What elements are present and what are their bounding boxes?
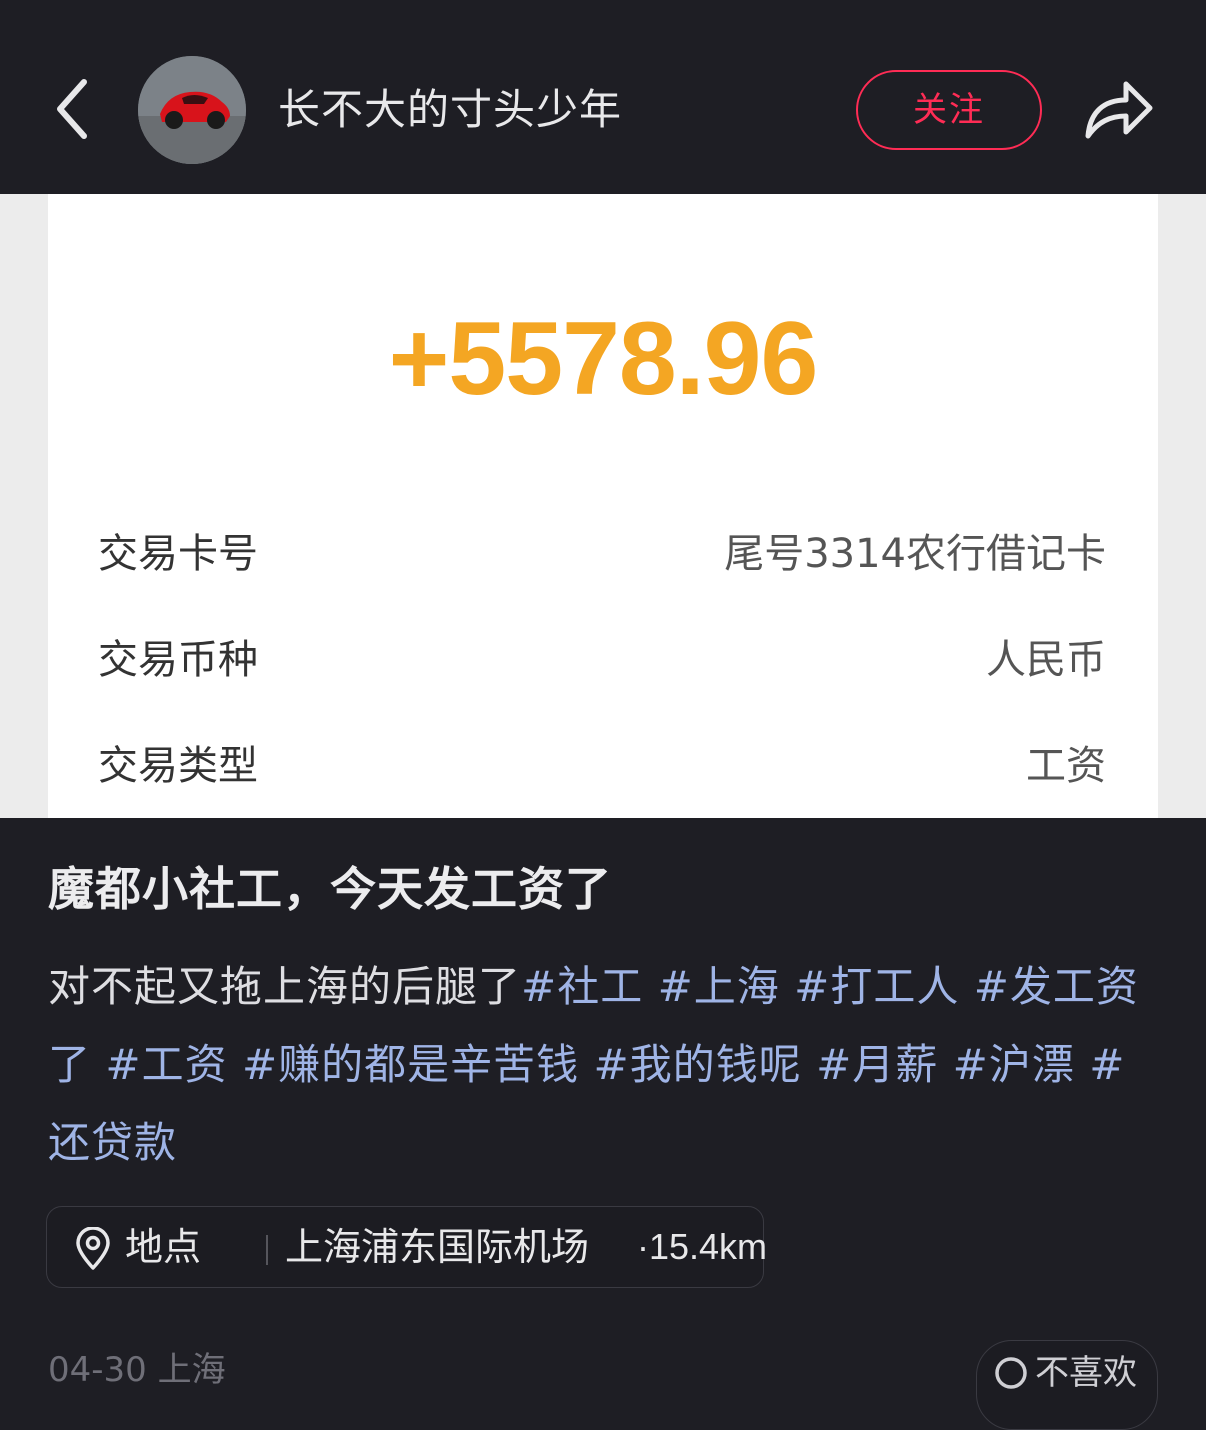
share-icon[interactable]: [1082, 74, 1156, 144]
row-label: 交易类型: [98, 743, 258, 789]
row-currency: 交易币种 人民币: [98, 632, 1106, 688]
dislike-icon: [993, 1355, 1029, 1391]
hashtag[interactable]: #打工人: [794, 962, 959, 1011]
hashtag[interactable]: #上海: [658, 962, 780, 1011]
top-bar: 长不大的寸头少年 关注: [0, 0, 1206, 194]
row-label: 交易卡号: [98, 531, 258, 577]
hashtag[interactable]: #沪漂: [953, 1040, 1075, 1089]
hashtag[interactable]: #我的钱呢: [594, 1040, 802, 1089]
dislike-label: 不喜欢: [1035, 1353, 1137, 1393]
location-pin-icon: [73, 1226, 113, 1271]
transaction-amount: +5578.96: [388, 301, 819, 417]
row-label: 交易币种: [98, 637, 258, 683]
post-title: 魔都小社工，今天发工资了: [48, 862, 612, 916]
row-value: 工资: [1026, 743, 1106, 789]
hashtag[interactable]: #赚的都是辛苦钱: [242, 1040, 579, 1089]
post-date-place: 04-30 上海: [48, 1350, 226, 1390]
hashtag[interactable]: #工资: [105, 1040, 227, 1089]
location-distance: ·15.4km: [637, 1226, 768, 1267]
location-chip[interactable]: 地点 上海浦东国际机场 ·15.4km: [46, 1206, 768, 1288]
row-value: 人民币: [986, 637, 1106, 683]
post-text: 对不起又拖上海的后腿了: [48, 962, 522, 1011]
transaction-screenshot[interactable]: +5578.96 交易卡号 尾号3314农行借记卡 交易币种 人民币 交易类型 …: [0, 194, 1206, 818]
location-name: 上海浦东国际机场: [285, 1225, 590, 1269]
row-value: 尾号3314农行借记卡: [724, 531, 1106, 577]
hashtag[interactable]: #月薪: [816, 1040, 938, 1089]
location-label: 地点: [125, 1225, 202, 1269]
follow-button[interactable]: 关注: [856, 70, 1042, 150]
hashtag[interactable]: #社工: [521, 962, 643, 1011]
row-transaction-type: 交易类型 工资: [98, 738, 1106, 794]
divider: [266, 1235, 268, 1265]
row-card-number: 交易卡号 尾号3314农行借记卡: [98, 526, 1106, 582]
avatar[interactable]: [138, 56, 246, 164]
post-body: 对不起又拖上海的后腿了#社工 #上海 #打工人 #发工资了 #工资 #赚的都是辛…: [48, 948, 1162, 1182]
username[interactable]: 长不大的寸头少年: [278, 82, 622, 138]
post-content: 魔都小社工，今天发工资了 对不起又拖上海的后腿了#社工 #上海 #打工人 #发工…: [0, 818, 1206, 1430]
back-icon[interactable]: [48, 76, 98, 142]
dislike-button[interactable]: 不喜欢: [976, 1340, 1158, 1430]
transaction-card: +5578.96 交易卡号 尾号3314农行借记卡 交易币种 人民币 交易类型 …: [48, 194, 1158, 818]
